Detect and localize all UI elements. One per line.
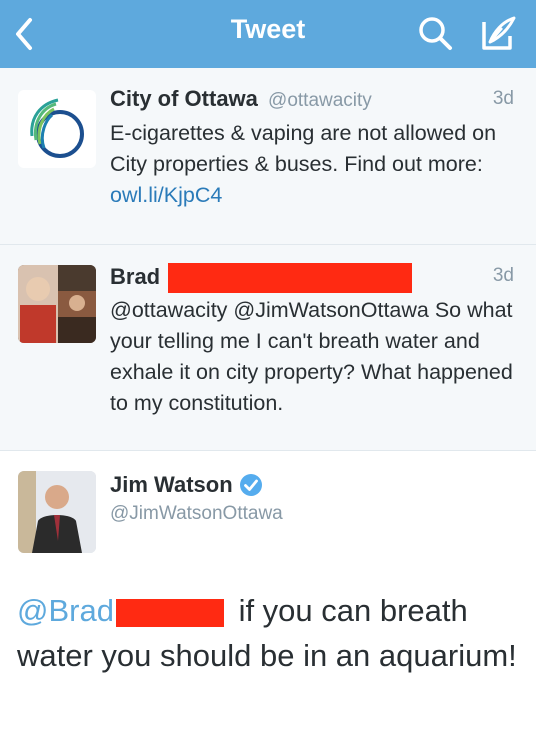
author-handle[interactable]: @ottawacity: [268, 90, 372, 111]
tweet-text: @ottawacity @JimWatsonOttawa So what you…: [110, 298, 513, 415]
tweet-item[interactable]: City of Ottawa @ottawacity 3d E-cigarett…: [0, 68, 536, 245]
compose-button[interactable]: [476, 14, 520, 54]
tweet-text-body: E-cigarettes & vaping are not allowed on…: [110, 121, 497, 176]
tweet-item[interactable]: Brad 3d @ottawacity @JimWatsonOttawa So …: [0, 245, 536, 451]
main-tweet-header: Jim Watson: [110, 472, 263, 498]
main-tweet-text: @Brad if you can breath water you should…: [17, 588, 527, 678]
avatar[interactable]: [18, 90, 96, 168]
search-button[interactable]: [416, 14, 456, 54]
search-icon: [419, 17, 452, 50]
mention-link[interactable]: @Brad: [17, 593, 114, 628]
tweet-time: 3d: [492, 88, 514, 109]
avatar[interactable]: [18, 265, 96, 343]
nav-bar: Tweet: [0, 0, 536, 68]
author-name[interactable]: Jim Watson: [110, 472, 233, 498]
photo-collage-icon: [18, 265, 96, 343]
compose-icon: [482, 16, 516, 50]
city-logo-icon: [30, 98, 84, 158]
redaction-bar: [115, 598, 224, 627]
author-name[interactable]: Brad: [110, 264, 160, 289]
avatar[interactable]: [18, 471, 96, 553]
redaction-bar: [168, 263, 413, 293]
tweet-header: Brad: [110, 263, 413, 293]
verified-badge-icon: [239, 474, 262, 496]
author-name[interactable]: City of Ottawa: [110, 86, 258, 111]
author-handle[interactable]: @JimWatsonOttawa: [110, 503, 283, 525]
tweet-header: City of Ottawa @ottawacity: [110, 86, 372, 112]
tweet-text: E-cigarettes & vaping are not allowed on…: [110, 118, 520, 211]
tweet-link[interactable]: owl.li/KjpC4: [110, 183, 222, 207]
tweet-time: 3d: [492, 265, 514, 286]
portrait-photo-icon: [18, 471, 96, 553]
